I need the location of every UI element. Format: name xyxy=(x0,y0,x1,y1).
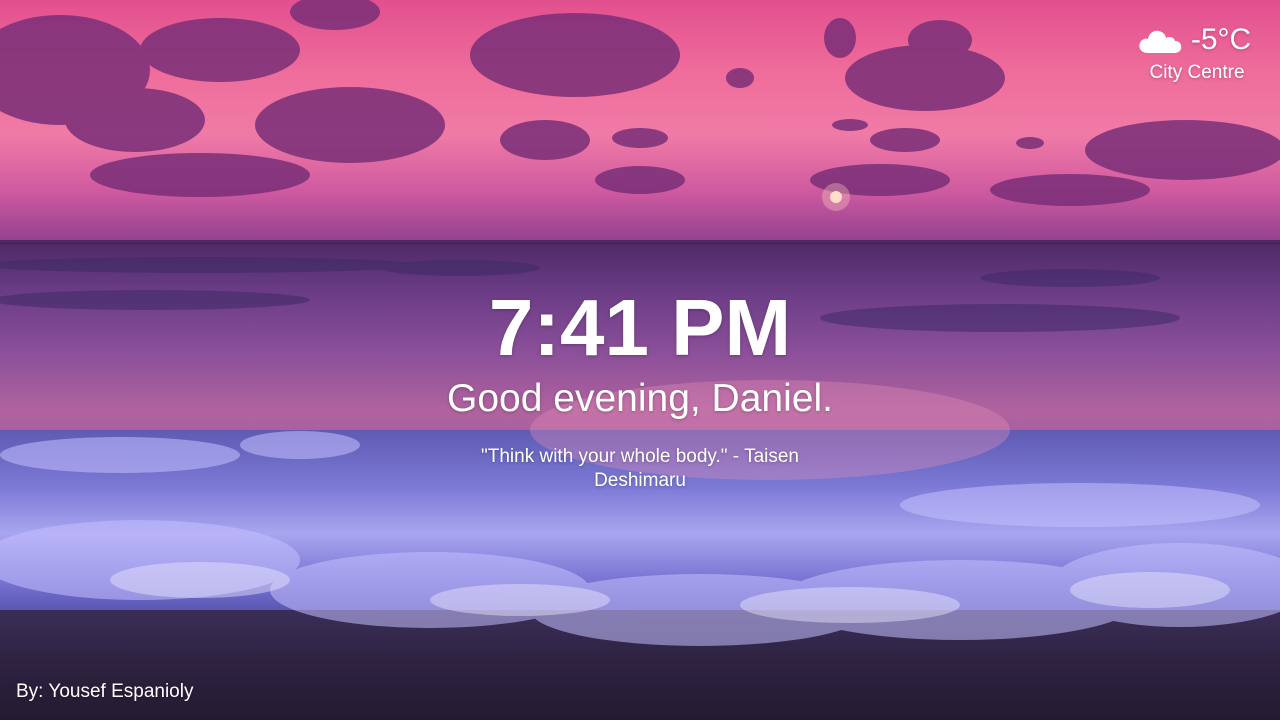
weather-widget[interactable]: -5°C City Centre xyxy=(1124,22,1264,84)
cloud-shape xyxy=(500,120,590,160)
greeting-text[interactable]: Good evening, Daniel. xyxy=(0,376,1280,422)
cloud-icon xyxy=(1139,30,1182,53)
cloud-shape xyxy=(90,153,310,197)
wave-streak xyxy=(380,260,540,276)
sun-glow-shape xyxy=(822,183,850,211)
cloud-shape xyxy=(290,0,380,30)
horizon-line xyxy=(0,240,1280,244)
cloud-shape xyxy=(595,166,685,194)
weather-row: -5°C xyxy=(1124,22,1264,58)
center-panel: 7:41 PM Good evening, Daniel. "Think wit… xyxy=(0,282,1280,493)
foam-highlight xyxy=(430,584,610,616)
cloud-shape xyxy=(612,128,668,148)
new-tab-dashboard: -5°C City Centre 7:41 PM Good evening, D… xyxy=(0,0,1280,720)
wave-streak xyxy=(0,257,420,273)
cloud-shape xyxy=(990,174,1150,206)
quote-text: "Think with your whole body." - Taisen D… xyxy=(481,446,799,491)
foam-highlight xyxy=(1070,572,1230,608)
cloud-shape xyxy=(1016,137,1044,149)
temperature-value: -5°C xyxy=(1190,23,1252,56)
cloud-shape xyxy=(255,87,445,163)
cloud-shape xyxy=(65,88,205,152)
cloud-shape xyxy=(824,18,856,58)
cloud-shape xyxy=(832,119,868,131)
cloud-shape xyxy=(870,128,940,152)
clock-time: 7:41 PM xyxy=(488,283,792,372)
cloud-shape xyxy=(1085,120,1280,180)
foam-highlight xyxy=(110,562,290,598)
cloud-shape xyxy=(470,13,680,97)
foam-highlight xyxy=(740,587,960,623)
weather-location: City Centre xyxy=(1149,62,1245,83)
cloud-shape xyxy=(908,20,972,60)
photo-credit: By: Yousef Espanioly xyxy=(16,681,194,702)
cloud-shape xyxy=(726,68,754,88)
cloud-shape xyxy=(140,18,300,82)
